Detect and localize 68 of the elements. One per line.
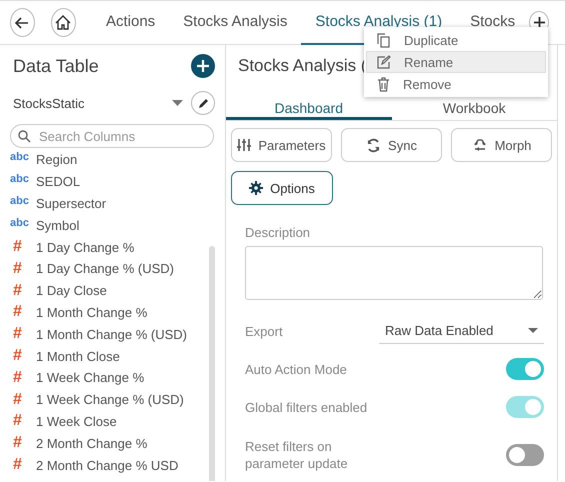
column-item[interactable]: 2 Month Change % USD xyxy=(36,458,178,473)
toolbar-button[interactable]: Morph xyxy=(451,128,552,162)
column-item[interactable]: 1 Day Change % (USD) xyxy=(36,261,174,276)
options-button[interactable]: Options xyxy=(231,171,333,205)
column-item[interactable]: 1 Day Change % xyxy=(36,240,134,255)
trash-icon xyxy=(377,76,390,92)
gear-icon xyxy=(249,181,264,195)
text-type-icon: abc xyxy=(10,173,36,186)
caret-icon xyxy=(172,100,183,106)
column-item[interactable]: 1 Month Change % (USD) xyxy=(36,326,188,342)
scrollbar[interactable] xyxy=(209,246,215,481)
number-type-icon: # xyxy=(10,260,36,278)
back-arrow-icon xyxy=(15,16,30,28)
number-type-icon: # xyxy=(10,303,36,322)
text-type-icon: abc xyxy=(10,151,36,164)
number-type-icon: # xyxy=(10,390,36,409)
number-type-icon: # xyxy=(10,238,36,256)
sync-icon xyxy=(366,138,382,152)
nav-tab[interactable]: Stocks Analysis xyxy=(169,0,302,44)
toggle-label: Auto Action Mode xyxy=(245,360,348,378)
column-item[interactable]: Symbol xyxy=(36,218,80,233)
export-dropdown[interactable]: Raw Data Enabled xyxy=(379,318,544,344)
toggle-switch[interactable] xyxy=(506,358,544,380)
column-item[interactable]: 1 Week Change % xyxy=(36,370,144,386)
back-button[interactable] xyxy=(10,8,35,37)
number-type-icon: # xyxy=(10,282,36,300)
number-type-icon: # xyxy=(10,347,36,366)
menu-item[interactable]: Rename xyxy=(366,51,546,73)
edit-icon xyxy=(377,55,391,69)
field-label: Export xyxy=(245,324,284,338)
add-button[interactable] xyxy=(191,54,215,78)
number-type-icon: # xyxy=(10,456,36,474)
home-button[interactable] xyxy=(50,8,76,37)
number-type-icon: # xyxy=(10,434,36,452)
number-type-icon: # xyxy=(10,368,36,387)
number-type-icon: # xyxy=(10,325,36,344)
sliders-icon xyxy=(237,138,252,152)
toggle-label: Global filters enabled xyxy=(245,398,368,416)
column-item[interactable]: 1 Day Close xyxy=(36,283,107,298)
pencil-icon xyxy=(198,98,208,108)
number-type-icon: # xyxy=(10,412,36,430)
search-icon xyxy=(18,130,31,143)
column-item[interactable]: 1 Week Close xyxy=(36,414,117,429)
toggle-switch[interactable] xyxy=(506,444,544,466)
toolbar-button[interactable]: Parameters xyxy=(231,128,332,162)
plus-icon xyxy=(534,17,545,28)
nav-tab[interactable]: Actions xyxy=(92,0,170,44)
search-field[interactable]: Search Columns xyxy=(10,124,214,148)
copy-icon xyxy=(377,32,391,48)
data-source-label: StocksStatic xyxy=(13,96,86,110)
text-type-icon: abc xyxy=(10,194,36,207)
field-label: Description xyxy=(245,225,312,240)
edit-button[interactable] xyxy=(191,91,215,115)
column-item[interactable]: 1 Month Close xyxy=(36,348,120,364)
description-field[interactable] xyxy=(245,246,543,300)
toggle-label: Reset filters on parameter update xyxy=(245,438,349,472)
column-item[interactable]: Supersector xyxy=(36,196,106,211)
column-item[interactable]: 2 Month Change % xyxy=(36,436,148,451)
column-item[interactable]: 1 Month Change % xyxy=(36,304,148,320)
caret-icon xyxy=(528,328,538,333)
plus-icon xyxy=(197,60,209,72)
text-type-icon: abc xyxy=(10,216,36,229)
column-item[interactable]: Region xyxy=(36,152,78,168)
column-item[interactable]: 1 Week Change % (USD) xyxy=(36,392,184,408)
toolbar-button[interactable]: Sync xyxy=(341,128,442,162)
panel-title: Data Table xyxy=(13,56,99,76)
column-item[interactable]: SEDOL xyxy=(36,174,80,190)
home-icon xyxy=(55,15,72,30)
